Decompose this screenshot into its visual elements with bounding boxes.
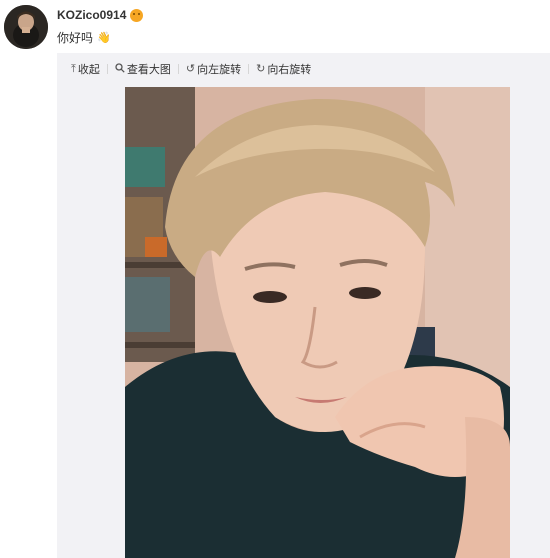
rotate-right-button[interactable]: ↻ 向右旋转 <box>249 61 318 77</box>
media-panel: ⤒ 收起 查看大图 ↺ 向左旋转 ↻ 向右旋转 <box>57 53 550 558</box>
username[interactable]: KOZico0914 <box>57 8 126 22</box>
view-large-button[interactable]: 查看大图 <box>108 61 178 77</box>
post-photo[interactable] <box>125 87 510 558</box>
collapse-button[interactable]: ⤒ 收起 <box>71 61 107 77</box>
wave-hand-icon: 👋 <box>97 32 111 44</box>
rotate-right-label: 向右旋转 <box>267 64 312 76</box>
rotate-left-label: 向左旋转 <box>197 64 242 76</box>
avatar-image <box>4 5 48 49</box>
username-row: KOZico0914 <box>57 8 144 22</box>
image-toolbar: ⤒ 收起 查看大图 ↺ 向左旋转 ↻ 向右旋转 <box>71 61 318 77</box>
view-large-label: 查看大图 <box>126 64 171 76</box>
collapse-label: 收起 <box>77 64 100 76</box>
rotate-left-icon: ↺ <box>185 62 196 75</box>
rotate-left-button[interactable]: ↺ 向左旋转 <box>179 61 248 77</box>
magnifier-icon <box>115 62 125 76</box>
selfie-photo <box>125 87 510 558</box>
vip-emoji-icon <box>130 8 144 22</box>
rotate-right-icon: ↻ <box>256 62 266 75</box>
post-text-row: 你好吗 👋 <box>57 29 111 46</box>
collapse-icon: ⤒ <box>71 62 76 75</box>
avatar[interactable] <box>4 5 48 49</box>
post-text: 你好吗 <box>57 31 94 45</box>
